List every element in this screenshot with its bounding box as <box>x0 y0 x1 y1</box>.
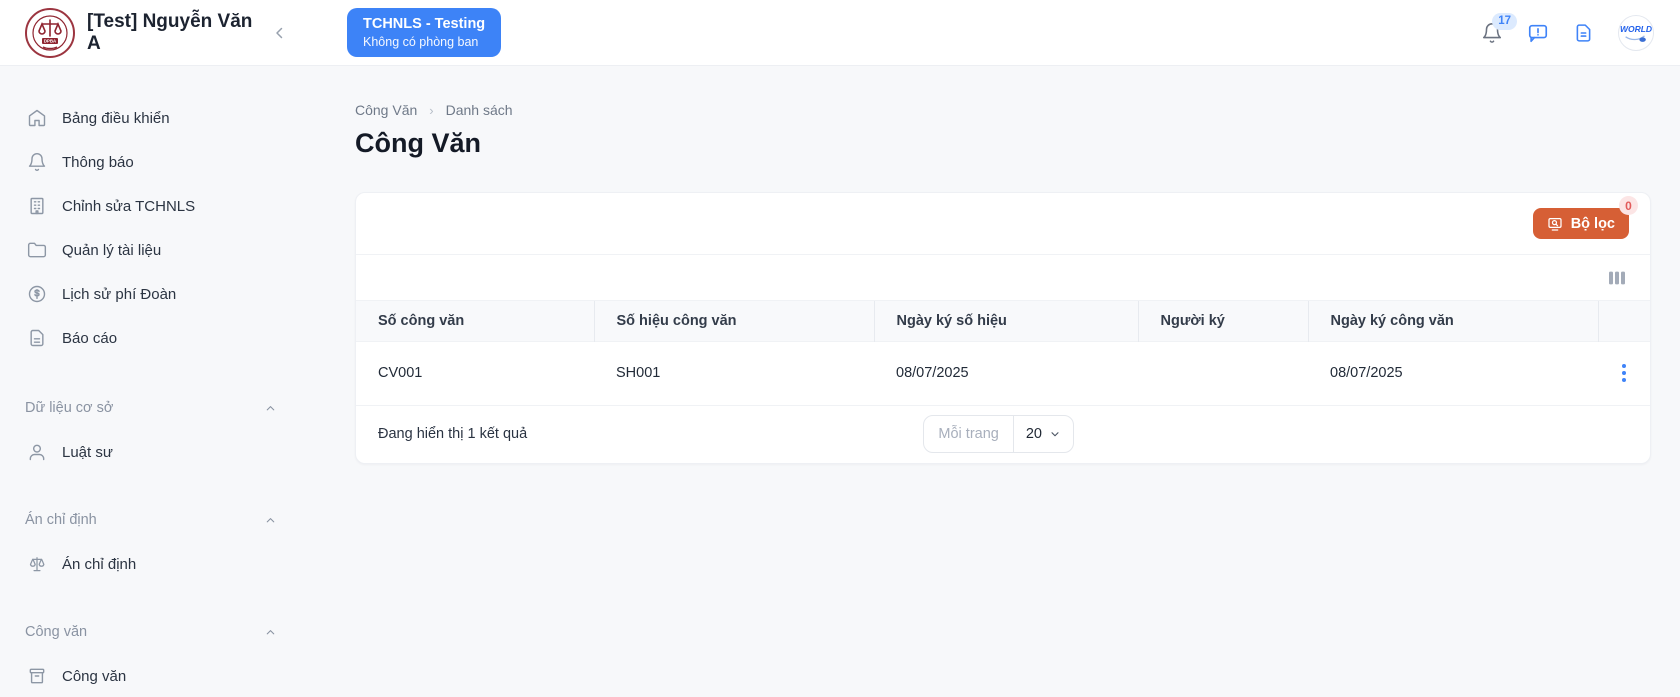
sidebar-item-label: Công văn <box>62 668 126 685</box>
sidebar-item-reports[interactable]: Báo cáo <box>0 316 355 360</box>
chevron-down-icon <box>1049 428 1061 440</box>
sidebar-item-edit-tchnls[interactable]: Chỉnh sửa TCHNLS <box>0 184 355 228</box>
chevron-up-icon <box>264 626 277 639</box>
breadcrumb-item[interactable]: Công Văn <box>355 102 417 118</box>
sidebar-item-fee-history[interactable]: Lịch sử phí Đoàn <box>0 272 355 316</box>
dispatch-list-card: Bộ lọc 0 Số công văn Số hiệu công văn <box>355 192 1651 464</box>
top-header: DPBA [Test] Nguyễn Văn A TCHNLS - Testin… <box>0 0 1680 66</box>
table-row[interactable]: CV001 SH001 08/07/2025 08/07/2025 <box>356 342 1650 405</box>
chevron-up-icon <box>264 514 277 527</box>
workspace-subtitle: Không có phòng ban <box>363 35 485 49</box>
filter-button-label: Bộ lọc <box>1571 216 1615 232</box>
results-summary: Đang hiển thị 1 kết quả <box>378 426 527 442</box>
breadcrumb-item[interactable]: Danh sách <box>446 102 513 118</box>
cell-ngay-ky-cong-van: 08/07/2025 <box>1308 342 1598 405</box>
breadcrumb-separator-icon: › <box>429 103 433 118</box>
svg-text:WORLD: WORLD <box>1620 24 1652 34</box>
table-header-row: Số công văn Số hiệu công văn Ngày ký số … <box>356 301 1650 342</box>
sidebar-collapse-icon[interactable] <box>271 24 289 42</box>
cell-ngay-ky-so-hieu: 08/07/2025 <box>874 342 1138 405</box>
cell-nguoi-ky <box>1138 342 1308 405</box>
chat-alert-icon <box>1527 22 1549 44</box>
page-size-label: Mỗi trang <box>924 416 1012 452</box>
org-logo: DPBA <box>25 8 75 58</box>
folder-icon <box>27 240 47 260</box>
section-label: Dữ liệu cơ sở <box>25 400 113 416</box>
table-options-row <box>356 255 1650 300</box>
columns-icon <box>1607 270 1627 286</box>
screen-search-icon <box>1547 216 1563 232</box>
sidebar-item-label: Luật sư <box>62 444 113 461</box>
filter-button[interactable]: Bộ lọc 0 <box>1533 208 1629 239</box>
sidebar-section-official-dispatch[interactable]: Công văn <box>0 610 355 654</box>
column-header-so-cong-van: Số công văn <box>356 301 594 342</box>
table-footer: Đang hiển thị 1 kết quả Mỗi trang 20 <box>356 405 1650 463</box>
cell-so-hieu-cong-van: SH001 <box>594 342 874 405</box>
page-size-select[interactable]: 20 <box>1013 416 1073 452</box>
section-label: Công văn <box>25 624 87 640</box>
notification-count-badge: 17 <box>1492 13 1517 31</box>
workspace-title: TCHNLS - Testing <box>363 16 485 32</box>
cell-so-cong-van: CV001 <box>356 342 594 405</box>
dispatch-table: Số công văn Số hiệu công văn Ngày ký số … <box>356 300 1650 405</box>
sidebar-item-documents[interactable]: Quản lý tài liệu <box>0 228 355 272</box>
svg-text:DPBA: DPBA <box>44 38 57 43</box>
cell-actions <box>1598 342 1650 405</box>
page-title: Công Văn <box>355 128 1651 159</box>
row-actions-menu-icon[interactable] <box>1598 342 1650 405</box>
workspace-badge[interactable]: TCHNLS - Testing Không có phòng ban <box>347 8 501 57</box>
sidebar-item-label: Quản lý tài liệu <box>62 242 161 259</box>
sidebar-item-notifications[interactable]: Thông báo <box>0 140 355 184</box>
sidebar-item-label: Án chỉ định <box>62 556 136 573</box>
column-header-nguoi-ky: Người ký <box>1138 301 1308 342</box>
user-avatar[interactable]: WORLD <box>1618 15 1654 51</box>
building-icon <box>27 196 47 216</box>
sidebar-item-label: Báo cáo <box>62 330 117 347</box>
report-icon <box>27 328 47 348</box>
sidebar-item-official-dispatch[interactable]: Công văn <box>0 654 355 697</box>
sidebar-item-label: Lịch sử phí Đoàn <box>62 286 176 303</box>
sidebar-item-label: Thông báo <box>62 154 134 171</box>
page-size-control: Mỗi trang 20 <box>923 415 1074 453</box>
sidebar-item-lawyers[interactable]: Luật sư <box>0 430 355 474</box>
chevron-up-icon <box>264 402 277 415</box>
user-icon <box>27 442 47 462</box>
feedback-button[interactable] <box>1527 22 1549 44</box>
scales-icon <box>27 554 47 574</box>
archive-icon <box>27 666 47 686</box>
page-size-value: 20 <box>1026 426 1042 442</box>
breadcrumb: Công Văn › Danh sách <box>355 102 1651 118</box>
column-header-so-hieu-cong-van: Số hiệu công văn <box>594 301 874 342</box>
column-header-actions <box>1598 301 1650 342</box>
notifications-button[interactable]: 17 <box>1481 22 1503 44</box>
card-toolbar: Bộ lọc 0 <box>356 193 1650 255</box>
org-name: [Test] Nguyễn Văn A <box>87 11 255 55</box>
home-icon <box>27 108 47 128</box>
sidebar-section-core-data[interactable]: Dữ liệu cơ sở <box>0 386 355 430</box>
sidebar-item-dashboard[interactable]: Bảng điều khiển <box>0 96 355 140</box>
column-header-ngay-ky-cong-van: Ngày ký công văn <box>1308 301 1598 342</box>
dollar-circle-icon <box>27 284 47 304</box>
sidebar: Bảng điều khiển Thông báo Chỉnh sửa TCHN… <box>0 66 355 697</box>
column-header-ngay-ky-so-hieu: Ngày ký số hiệu <box>874 301 1138 342</box>
filter-count-badge: 0 <box>1619 196 1638 215</box>
header-actions: 17 WORLD <box>1481 15 1654 51</box>
main-content: Công Văn › Danh sách Công Văn Bộ lọc 0 <box>355 66 1680 697</box>
document-icon <box>1573 22 1594 44</box>
sidebar-item-assigned-cases[interactable]: Án chỉ định <box>0 542 355 586</box>
bell-icon <box>27 152 47 172</box>
sidebar-item-label: Bảng điều khiển <box>62 110 170 127</box>
section-label: Án chỉ định <box>25 512 97 528</box>
sidebar-section-assigned-cases[interactable]: Án chỉ định <box>0 498 355 542</box>
sidebar-item-label: Chỉnh sửa TCHNLS <box>62 198 195 215</box>
documents-button[interactable] <box>1573 22 1594 44</box>
column-settings-button[interactable] <box>1607 270 1627 286</box>
